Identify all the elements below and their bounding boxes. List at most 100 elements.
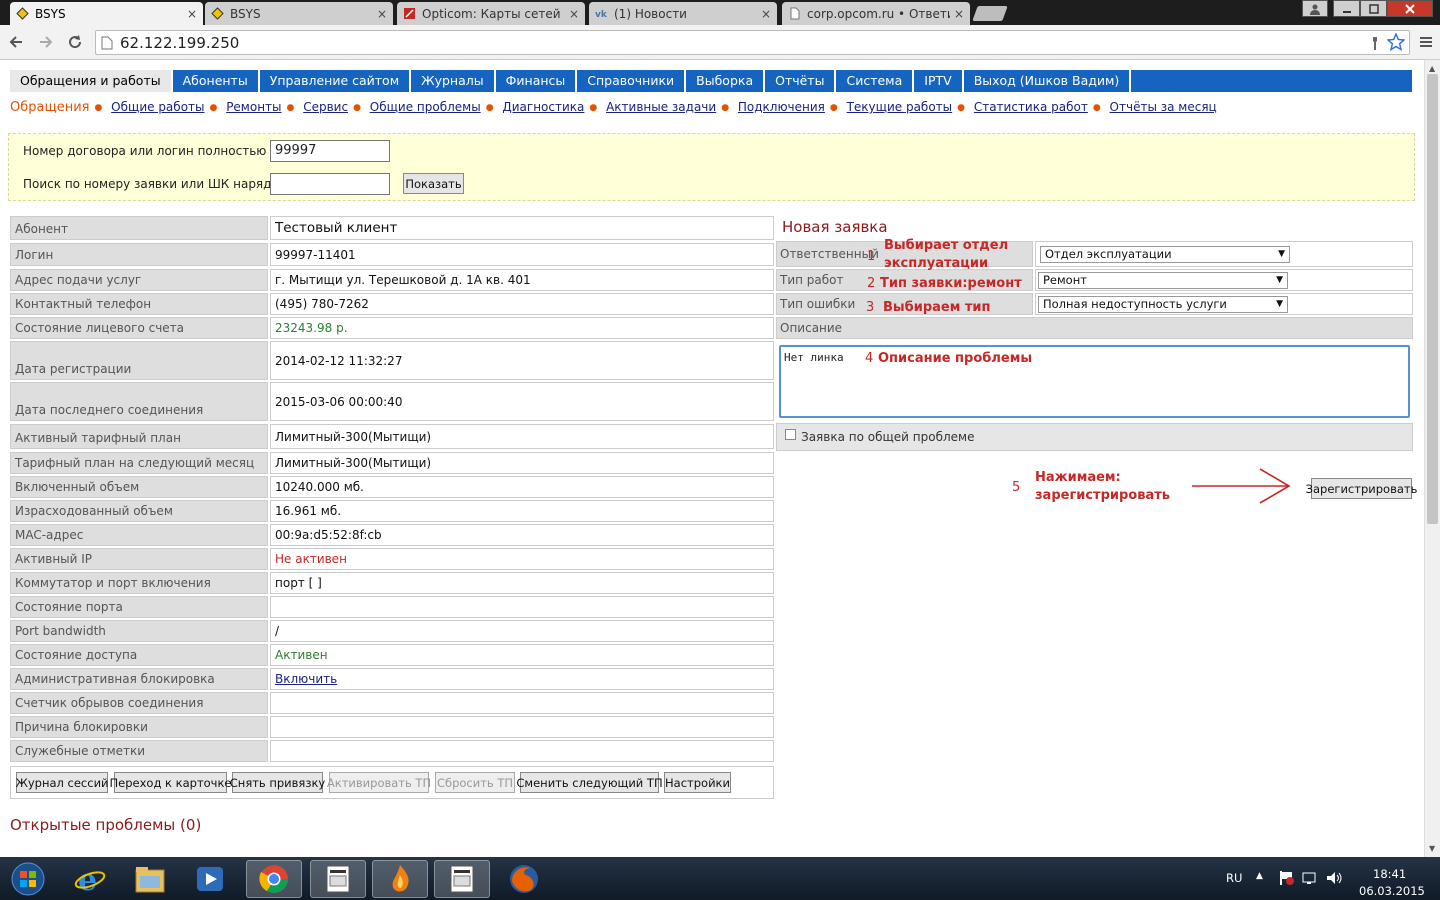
ticket-search-input[interactable] <box>270 173 390 195</box>
bsys-icon <box>16 7 29 20</box>
submenu-item-requests[interactable]: Обращения <box>10 100 89 115</box>
close-icon[interactable]: × <box>954 7 964 21</box>
page-scrollbar[interactable]: ▲ ▼ <box>1424 60 1440 857</box>
submenu-item-connections[interactable]: Подключения <box>738 100 825 114</box>
url-text: 62.122.199.250 <box>120 33 240 52</box>
arrow-right-icon <box>1192 468 1291 504</box>
row-label: Включенный объем <box>10 476 268 498</box>
new-tab-button[interactable] <box>972 6 1008 21</box>
description-textarea[interactable]: Нет линка <box>779 345 1410 418</box>
browser-tab-bsys-active[interactable]: BSYS × <box>10 2 203 25</box>
submenu-item-service[interactable]: Сервис <box>303 100 348 114</box>
ie-icon[interactable]: e <box>62 860 118 898</box>
submenu-item-general-problems[interactable]: Общие проблемы <box>370 100 481 114</box>
contract-input[interactable]: 99997 <box>270 140 390 162</box>
row-value <box>270 716 774 738</box>
close-icon[interactable]: × <box>377 7 387 21</box>
go-to-card-button[interactable]: Переход к карточке <box>110 772 232 793</box>
address-bar[interactable]: 62.122.199.250 <box>95 30 1410 55</box>
close-icon[interactable]: × <box>187 7 197 21</box>
scroll-down-icon[interactable]: ▼ <box>1429 844 1435 853</box>
menu-item-site-management[interactable]: Управление сайтом <box>260 70 412 92</box>
search-panel: Номер договора или логин полностью 99997… <box>8 133 1415 201</box>
menu-icon[interactable] <box>1415 32 1437 52</box>
browser-tab-corp[interactable]: corp.opcom.ru • Ответить × <box>782 2 970 25</box>
general-problem-label: Заявка по общей проблеме <box>801 430 975 444</box>
menu-item-iptv[interactable]: IPTV <box>914 70 964 92</box>
row-label: Служебные отметки <box>10 740 268 762</box>
register-button[interactable]: Зарегистрировать <box>1306 478 1417 499</box>
responsible-select[interactable]: Отдел эксплуатации ▼ <box>1040 246 1290 263</box>
row-value: (495) 780-7262 <box>270 293 774 315</box>
menu-item-finance[interactable]: Финансы <box>496 70 578 92</box>
unbind-button[interactable]: Снять привязку <box>230 772 325 793</box>
bsys-icon <box>211 7 224 20</box>
close-icon[interactable]: × <box>761 7 771 21</box>
flag-icon[interactable] <box>1278 870 1294 889</box>
annotation-text: Тип заявки:ремонт <box>880 276 1022 291</box>
maximize-button[interactable] <box>1360 0 1387 17</box>
scroll-up-icon[interactable]: ▲ <box>1429 64 1435 73</box>
firefox-icon[interactable] <box>496 860 552 898</box>
wrench-icon[interactable] <box>1368 35 1382 55</box>
close-icon[interactable]: × <box>569 7 579 21</box>
minimize-button[interactable] <box>1333 0 1360 17</box>
forward-button[interactable] <box>35 32 57 52</box>
session-log-button[interactable]: Журнал сессий <box>15 772 109 793</box>
enable-block-link[interactable]: Включить <box>275 672 337 686</box>
general-problem-checkbox[interactable] <box>785 429 796 440</box>
submenu-item-work-stats[interactable]: Статистика работ <box>974 100 1088 114</box>
menu-item-logs[interactable]: Журналы <box>411 70 496 92</box>
menu-item-logout[interactable]: Выход (Ишков Вадим) <box>964 70 1132 92</box>
submenu-item-current-works[interactable]: Текущие работы <box>847 100 953 114</box>
explorer-icon[interactable] <box>122 860 178 898</box>
row-label: Счетчик обрывов соединения <box>10 692 268 714</box>
vk-icon: vk <box>595 7 608 20</box>
menu-item-directories[interactable]: Справочники <box>577 70 687 92</box>
scrollbar-thumb[interactable] <box>1427 74 1438 524</box>
browser-tab-vk[interactable]: vk (1) Новости × <box>589 2 777 25</box>
browser-tab-opticom[interactable]: Opticom: Карты сетей [об × <box>397 2 585 25</box>
submenu-item-active-tasks[interactable]: Активные задачи <box>606 100 716 114</box>
error-type-select[interactable]: Полная недоступность услуги ▼ <box>1038 296 1288 313</box>
app-window-icon[interactable] <box>434 860 490 898</box>
work-type-select[interactable]: Ремонт ▼ <box>1038 272 1288 289</box>
thunder-icon[interactable] <box>372 860 428 898</box>
user-icon[interactable] <box>1302 0 1328 17</box>
chrome-icon[interactable] <box>246 860 302 898</box>
submenu-item-general-works[interactable]: Общие работы <box>111 100 204 114</box>
language-indicator[interactable]: RU <box>1226 871 1242 885</box>
row-label: Причина блокировки <box>10 716 268 738</box>
browser-tab-bsys[interactable]: BSYS × <box>205 2 393 25</box>
app-window-icon[interactable] <box>310 860 366 898</box>
network-icon[interactable] <box>1302 870 1318 889</box>
menu-item-system[interactable]: Система <box>836 70 915 92</box>
clock-time[interactable]: 18:41 <box>1373 867 1406 881</box>
change-next-tp-button[interactable]: Сменить следующий ТП <box>516 772 663 793</box>
volume-icon[interactable] <box>1326 870 1344 889</box>
clock-date[interactable]: 06.03.2015 <box>1359 884 1425 898</box>
back-button[interactable] <box>5 32 27 52</box>
submenu-item-repairs[interactable]: Ремонты <box>226 100 281 114</box>
show-button[interactable]: Показать <box>403 173 464 194</box>
description-label: Описание <box>776 317 1413 339</box>
reset-tp-button[interactable]: Сбросить ТП <box>435 772 515 793</box>
activate-tp-button[interactable]: Активировать ТП <box>327 772 431 793</box>
menu-item-selection[interactable]: Выборка <box>686 70 766 92</box>
submenu-item-monthly-reports[interactable]: Отчёты за месяц <box>1110 100 1217 114</box>
menu-item-requests[interactable]: Обращения и работы <box>10 70 173 92</box>
reload-button[interactable] <box>64 32 86 52</box>
star-icon[interactable] <box>1386 32 1406 55</box>
page-content: Обращения и работы Абоненты Управление с… <box>0 60 1424 857</box>
tray-expand-icon[interactable]: ▲ <box>1256 871 1263 881</box>
window-close-button[interactable] <box>1387 0 1433 17</box>
settings-button[interactable]: Настройки <box>664 772 731 793</box>
menu-item-reports[interactable]: Отчёты <box>765 70 837 92</box>
submenu-item-diagnostics[interactable]: Диагностика <box>502 100 584 114</box>
menu-item-subscribers[interactable]: Абоненты <box>173 70 260 92</box>
start-button[interactable] <box>2 860 54 898</box>
media-player-icon[interactable] <box>182 860 238 898</box>
annotation-number: 2 <box>867 276 876 291</box>
info-row: Административная блокировка Включить <box>10 668 774 690</box>
row-value: Включить <box>270 668 774 690</box>
